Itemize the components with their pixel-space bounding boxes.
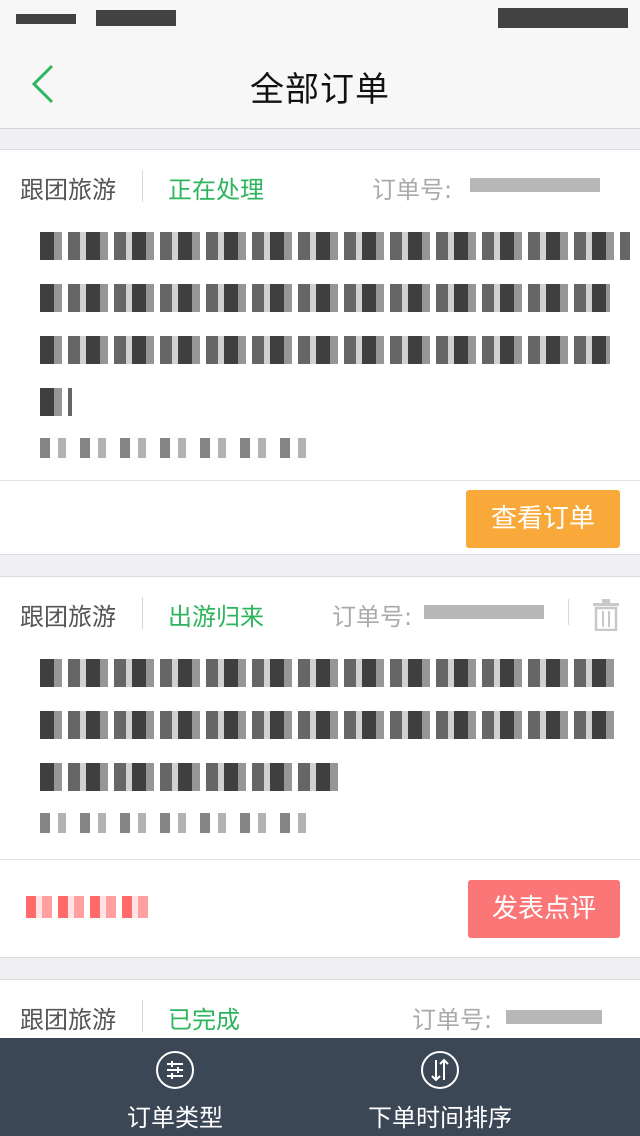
trash-icon <box>593 599 619 632</box>
order-type: 跟团旅游 <box>20 176 116 204</box>
order-number-label: 订单号: <box>332 603 413 631</box>
divider <box>568 599 569 625</box>
tab-order-type[interactable]: 订单类型 <box>80 1038 270 1136</box>
status-bar-carrier <box>16 14 76 24</box>
status-bar <box>0 0 640 40</box>
order-card-footer: 发表点评 <box>0 859 640 958</box>
view-order-button[interactable]: 查看订单 <box>466 490 620 548</box>
divider <box>142 170 143 202</box>
order-description <box>0 222 640 482</box>
status-bar-network <box>96 10 176 26</box>
order-number-label: 订单号: <box>412 1006 493 1034</box>
order-number-label: 订单号: <box>372 176 453 204</box>
order-card-header: 跟团旅游 出游归来 订单号: <box>0 577 640 649</box>
delete-order-button[interactable] <box>592 599 620 632</box>
order-status: 出游归来 <box>168 603 264 631</box>
order-type: 跟团旅游 <box>20 1006 116 1034</box>
order-card[interactable]: 跟团旅游 出游归来 订单号: 发表点评 <box>0 576 640 958</box>
order-status: 正在处理 <box>168 176 264 204</box>
order-number-value <box>506 1010 602 1024</box>
divider <box>142 597 143 629</box>
order-number-value <box>424 605 544 619</box>
order-card-header: 跟团旅游 正在处理 订单号: <box>0 150 640 222</box>
navigation-bar: 全部订单 <box>0 40 640 129</box>
order-type: 跟团旅游 <box>20 603 116 631</box>
order-card-footer: 查看订单 <box>0 480 640 555</box>
tab-order-type-label: 订单类型 <box>127 1104 223 1132</box>
order-card[interactable]: 跟团旅游 正在处理 订单号: 查看订单 <box>0 149 640 555</box>
write-review-button[interactable]: 发表点评 <box>468 880 620 938</box>
order-price <box>26 896 154 918</box>
tab-sort-by-time[interactable]: 下单时间排序 <box>350 1038 530 1136</box>
sort-arrows-icon <box>421 1051 459 1089</box>
bottom-tab-bar: 订单类型 下单时间排序 <box>0 1038 640 1136</box>
order-number-value <box>470 178 600 192</box>
sliders-icon <box>156 1051 194 1089</box>
status-bar-battery <box>498 8 628 28</box>
order-status: 已完成 <box>168 1006 240 1034</box>
divider <box>142 1000 143 1032</box>
order-description <box>0 649 640 857</box>
tab-sort-by-time-label: 下单时间排序 <box>368 1104 512 1132</box>
page-title: 全部订单 <box>250 70 390 110</box>
